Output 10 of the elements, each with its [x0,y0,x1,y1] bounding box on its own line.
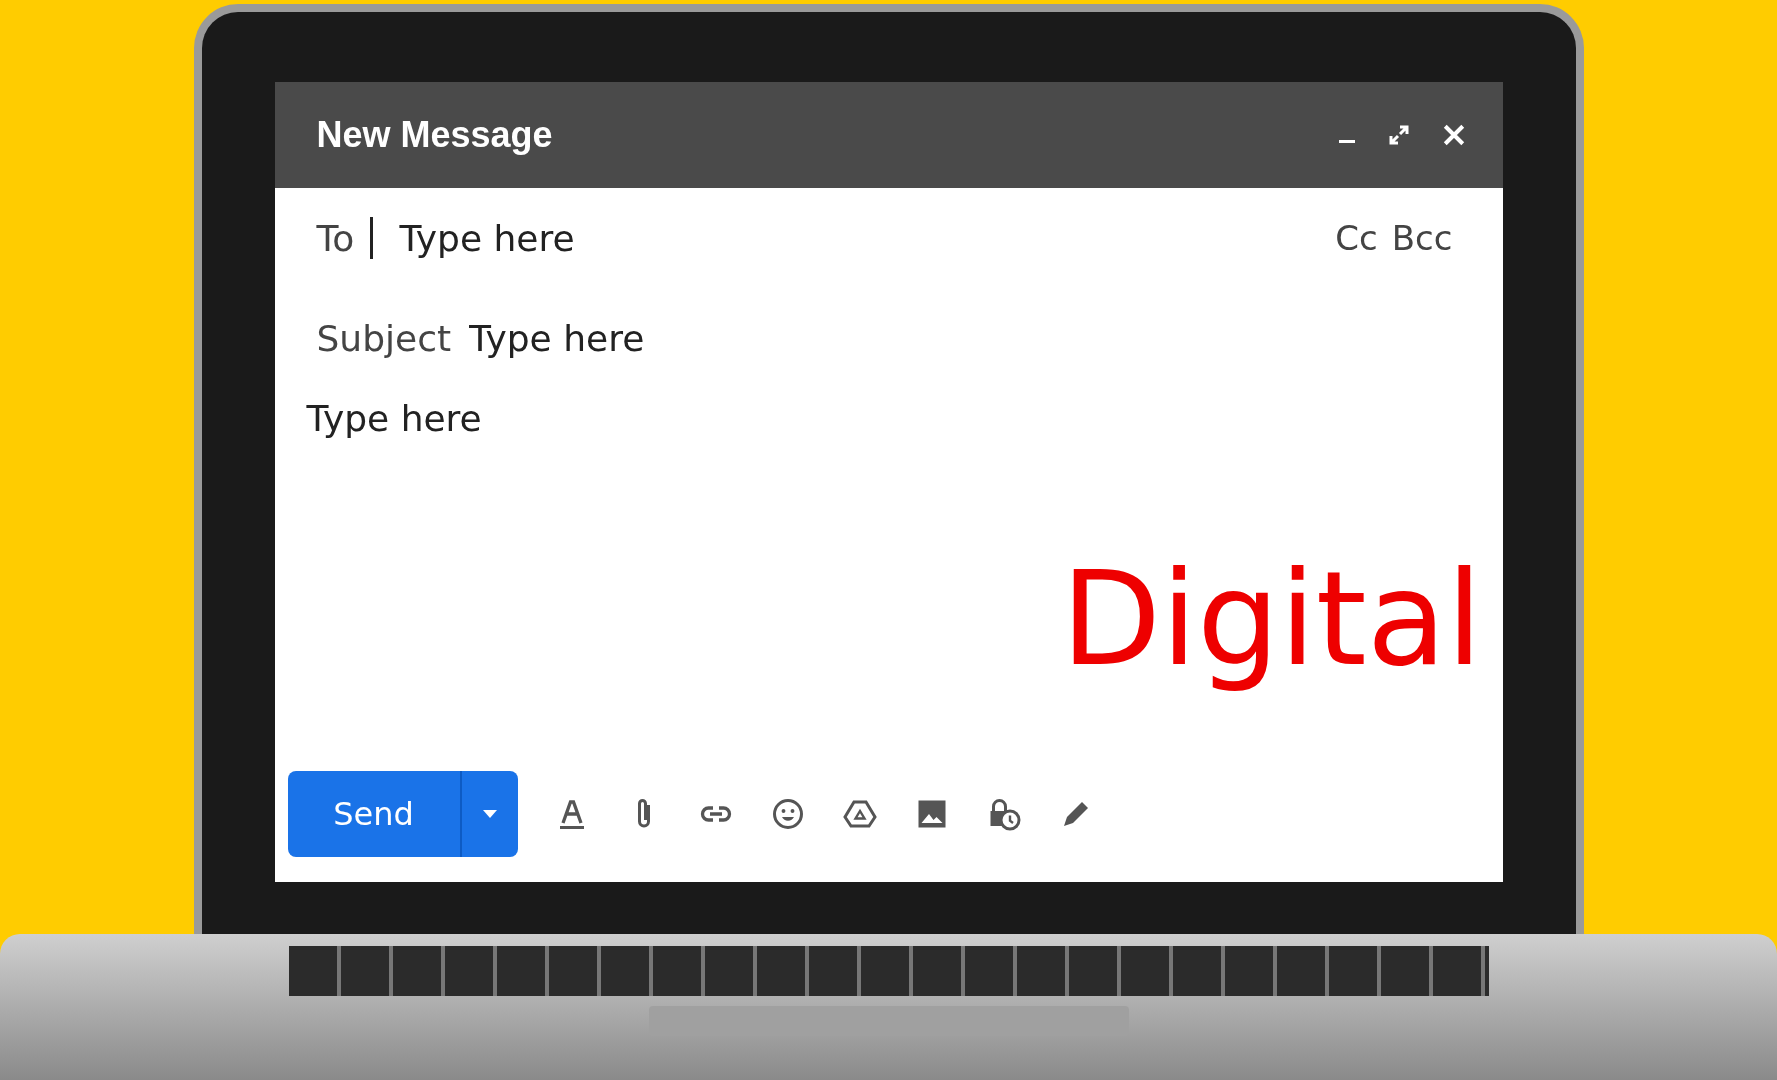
window-title: New Message [316,114,553,156]
copy-link[interactable]: Bcc [1391,218,1453,258]
stamp-text: Digital [1060,543,1483,695]
subject-label: Subject [316,317,452,359]
text-cursor [370,217,374,259]
send-button[interactable]: Send [287,771,460,857]
copy-link[interactable]: Cc [1335,218,1378,258]
to-input-field[interactable]: Type here [397,216,1336,260]
subject-input-field[interactable]: Type here [467,316,1453,360]
to-label: To [316,217,355,259]
